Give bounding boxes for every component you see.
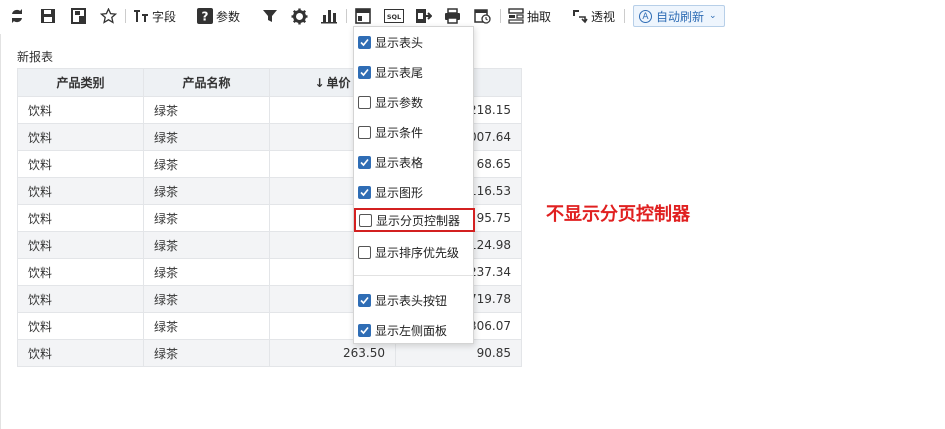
checkbox-checked-icon[interactable] xyxy=(358,323,371,337)
sort-down-arrow-icon[interactable]: ↓ xyxy=(314,76,324,90)
checkbox-unchecked-icon[interactable] xyxy=(359,213,372,227)
save-icon[interactable] xyxy=(40,5,56,27)
menu-item[interactable]: 显示左侧面板 xyxy=(357,318,470,342)
filter-icon[interactable] xyxy=(262,5,278,27)
cell-name: 绿茶 xyxy=(143,258,270,286)
auto-refresh-button[interactable]: A 自动刷新 ⌄ xyxy=(633,5,725,27)
cell-name: 绿茶 xyxy=(143,177,270,205)
refresh-icon[interactable] xyxy=(10,5,24,27)
menu-item[interactable]: 显示条件 xyxy=(357,120,470,144)
checkbox-checked-icon[interactable] xyxy=(358,35,371,49)
cell-category: 饮料 xyxy=(17,231,144,259)
menu-item[interactable]: 显示参数 xyxy=(357,90,470,114)
param-button[interactable]: ? 参数 xyxy=(197,5,240,27)
pivot-button[interactable]: 透视 xyxy=(572,5,615,27)
cell-category: 饮料 xyxy=(17,96,144,124)
menu-item-label: 显示表头按钮 xyxy=(375,293,448,308)
menu-item-label: 显示图形 xyxy=(375,185,424,200)
auto-refresh-icon: A xyxy=(639,9,652,23)
cell-name: 绿茶 xyxy=(143,312,270,340)
menu-item[interactable]: 显示分页控制器 xyxy=(354,208,475,232)
extract-label: 抽取 xyxy=(527,9,552,24)
column-header-name[interactable]: 产品名称 xyxy=(143,68,270,97)
menu-item[interactable]: 显示排序优先级 xyxy=(357,240,470,264)
menu-item[interactable]: 显示表尾 xyxy=(357,60,470,84)
cell-category: 饮料 xyxy=(17,204,144,232)
layout-icon[interactable] xyxy=(355,5,371,27)
cell-name: 绿茶 xyxy=(143,123,270,151)
menu-item-label: 显示表头 xyxy=(375,35,424,50)
param-label: 参数 xyxy=(216,9,241,24)
cell-category: 饮料 xyxy=(17,150,144,178)
auto-refresh-label: 自动刷新 xyxy=(656,9,705,24)
cell-category: 饮料 xyxy=(17,339,144,367)
menu-item-label: 显示表格 xyxy=(375,155,424,170)
menu-item[interactable]: 显示表格 xyxy=(357,150,470,174)
favorite-star-icon[interactable] xyxy=(100,5,117,27)
gear-icon[interactable] xyxy=(291,5,308,27)
cell-name: 绿茶 xyxy=(143,204,270,232)
param-icon: ? xyxy=(197,8,213,24)
svg-text:SQL: SQL xyxy=(387,13,401,21)
cell-name: 绿茶 xyxy=(143,231,270,259)
report-title: 新报表 xyxy=(17,50,54,64)
menu-item-label: 显示分页控制器 xyxy=(376,213,461,228)
display-settings-menu: 显示表头显示表尾显示参数显示条件显示表格显示图形显示分页控制器 显示排序优先级 显示… xyxy=(353,26,475,344)
print-icon[interactable] xyxy=(444,5,461,27)
menu-item-label: 显示排序优先级 xyxy=(375,245,460,260)
column-header-category[interactable]: 产品类别 xyxy=(17,68,144,97)
annotation-text: 不显示分页控制器 xyxy=(546,204,690,225)
sql-icon[interactable]: SQL xyxy=(384,5,404,27)
cell-category: 饮料 xyxy=(17,258,144,286)
checkbox-checked-icon[interactable] xyxy=(358,185,371,199)
cell-category: 饮料 xyxy=(17,312,144,340)
extract-button[interactable]: 抽取 xyxy=(508,5,551,27)
menu-item[interactable]: 显示图形 xyxy=(357,180,470,204)
checkbox-checked-icon[interactable] xyxy=(358,65,371,79)
schedule-icon[interactable] xyxy=(474,5,491,27)
checkbox-unchecked-icon[interactable] xyxy=(358,95,371,109)
cell-category: 饮料 xyxy=(17,177,144,205)
cell-name: 绿茶 xyxy=(143,285,270,313)
pivot-label: 透视 xyxy=(591,9,616,24)
export-icon[interactable] xyxy=(415,5,432,27)
cell-name: 绿茶 xyxy=(143,96,270,124)
svg-text:?: ? xyxy=(202,10,209,24)
save-as-icon[interactable] xyxy=(71,5,87,27)
menu-item-label: 显示条件 xyxy=(375,125,424,140)
cell-name: 绿茶 xyxy=(143,339,270,367)
checkbox-checked-icon[interactable] xyxy=(358,155,371,169)
menu-item[interactable]: 显示表头 xyxy=(357,30,470,54)
field-label: 字段 xyxy=(152,9,177,24)
checkbox-unchecked-icon[interactable] xyxy=(358,125,371,139)
menu-item-label: 显示表尾 xyxy=(375,65,424,80)
checkbox-unchecked-icon[interactable] xyxy=(358,245,371,259)
field-button[interactable]: 字段 xyxy=(133,5,176,27)
menu-item-label: 显示左侧面板 xyxy=(375,323,448,338)
checkbox-checked-icon[interactable] xyxy=(358,293,371,307)
cell-name: 绿茶 xyxy=(143,150,270,178)
cell-category: 饮料 xyxy=(17,285,144,313)
cell-category: 饮料 xyxy=(17,123,144,151)
chart-icon[interactable] xyxy=(321,5,337,27)
extract-icon xyxy=(508,8,524,24)
menu-item[interactable]: 显示表头按钮 xyxy=(357,288,470,312)
field-icon xyxy=(134,10,148,22)
pivot-icon xyxy=(573,10,588,24)
chevron-down-icon: ⌄ xyxy=(709,11,717,21)
menu-item-label: 显示参数 xyxy=(375,95,424,110)
